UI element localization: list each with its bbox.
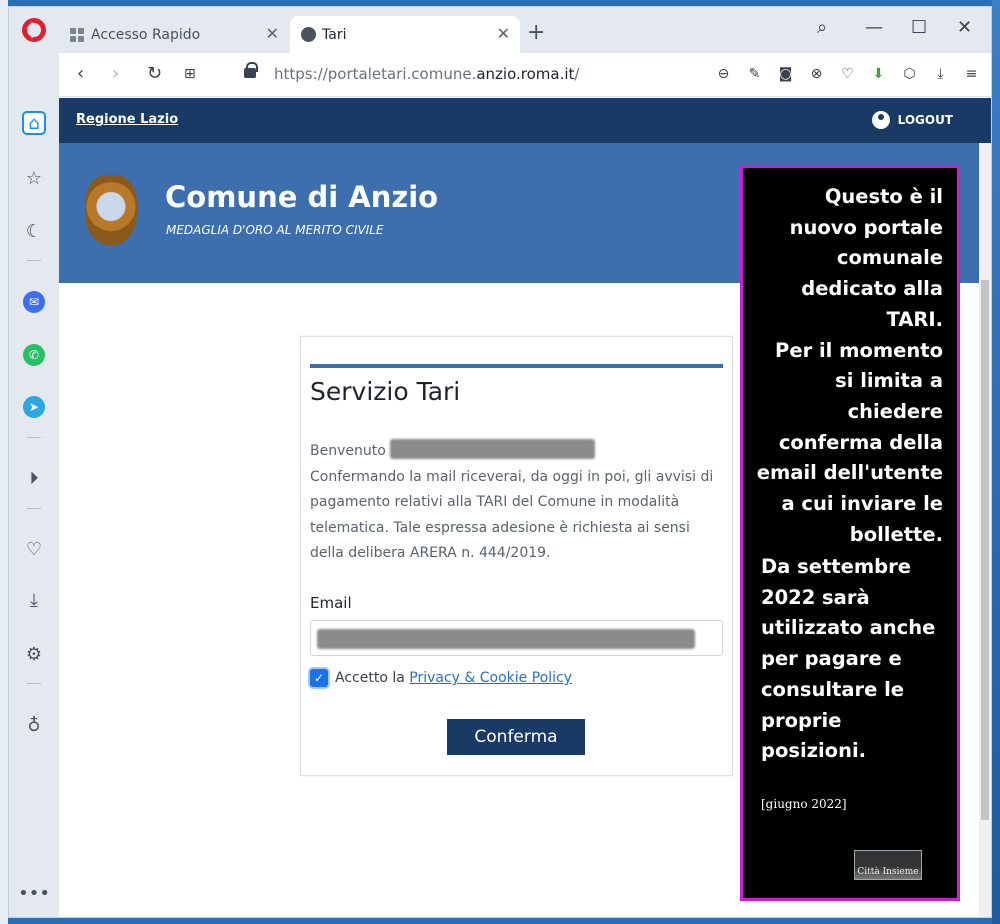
settings-icon[interactable]: ⚙ bbox=[22, 642, 46, 666]
close-tab-icon[interactable]: ✕ bbox=[497, 25, 510, 43]
lightbulb-icon[interactable]: ♁ bbox=[22, 713, 46, 737]
url-field[interactable]: https://portaletari.comune.anzio.roma.it… bbox=[274, 65, 579, 83]
scroll-thumb[interactable] bbox=[981, 280, 989, 820]
redacted-email bbox=[317, 629, 695, 649]
tab-accesso-rapido[interactable]: Accesso Rapido ✕ bbox=[59, 16, 289, 53]
privacy-consent-label: Accetto la Privacy & Cookie Policy bbox=[335, 670, 573, 686]
sidebar-divider bbox=[27, 508, 41, 509]
close-tab-icon[interactable]: ✕ bbox=[266, 25, 279, 43]
new-tab-button[interactable]: + bbox=[527, 22, 545, 44]
annotation-overlay: Questo è il nuovo portale comunale dedic… bbox=[740, 165, 960, 901]
email-label: Email bbox=[310, 594, 352, 612]
favorites-heart-icon[interactable]: ♡ bbox=[22, 537, 46, 561]
tab-tari[interactable]: Tari ✕ bbox=[290, 16, 520, 53]
downloads-icon[interactable]: ⤓ bbox=[931, 64, 950, 83]
camera-icon[interactable]: ◙ bbox=[776, 64, 795, 83]
annotation-date: [giugno 2022] bbox=[761, 797, 847, 811]
maximize-button[interactable]: ☐ bbox=[911, 17, 927, 38]
card-title: Servizio Tari bbox=[310, 377, 461, 406]
easy-setup-icon[interactable]: ≡ bbox=[962, 64, 981, 83]
zoom-icon[interactable]: ⊖ bbox=[714, 64, 733, 83]
star-icon[interactable]: ☆ bbox=[22, 166, 46, 190]
globe-icon bbox=[300, 27, 316, 43]
downloads-sidebar-icon[interactable]: ⤓ bbox=[22, 588, 46, 612]
whatsapp-icon[interactable]: ✆ bbox=[23, 344, 45, 366]
home-icon[interactable]: ⌂ bbox=[22, 111, 46, 135]
sidebar: ⌂ ☆ ☾ ✉ ✆ ➤ ⏵ ♡ ⤓ ⚙ ♁ ••• bbox=[9, 53, 59, 917]
forward-icon[interactable]: › bbox=[112, 63, 119, 84]
site-title[interactable]: Comune di Anzio bbox=[165, 180, 438, 214]
card-description: Benvenuto Confermando la mail riceverai,… bbox=[310, 439, 720, 567]
toolbar-icons: ⊖ ✎ ◙ ⊗ ♡ ⬇ ⬡ ⤓ ≡ bbox=[714, 64, 981, 83]
minimize-button[interactable]: — bbox=[865, 17, 883, 38]
site-topbar: Regione Lazio LOGOUT bbox=[59, 98, 991, 143]
privacy-checkbox[interactable]: ✓ bbox=[310, 669, 328, 687]
annotation-main-text: Questo è il nuovo portale comunale dedic… bbox=[756, 185, 943, 546]
card-accent-bar bbox=[310, 364, 723, 368]
user-icon bbox=[871, 111, 890, 129]
player-icon[interactable]: ⏵ bbox=[22, 466, 46, 490]
desktop-background-right bbox=[992, 0, 1000, 924]
sidebar-divider bbox=[27, 437, 41, 438]
logout-button[interactable]: LOGOUT bbox=[871, 111, 953, 129]
address-bar: ‹ › ↻ ⊞ https://portaletari.comune.anzio… bbox=[59, 53, 991, 97]
close-window-button[interactable]: ✕ bbox=[957, 17, 972, 38]
search-tabs-icon[interactable]: ⌕ bbox=[817, 17, 827, 38]
region-lazio-link[interactable]: Regione Lazio bbox=[76, 112, 178, 127]
download-extension-icon[interactable]: ⬇ bbox=[869, 64, 888, 83]
more-icon[interactable]: ••• bbox=[18, 881, 50, 905]
sidebar-divider bbox=[27, 260, 41, 261]
reload-icon[interactable]: ↻ bbox=[147, 63, 162, 84]
opera-logo-icon[interactable] bbox=[22, 18, 46, 42]
annotation-bottom-text: Da settembre 2022 sarà utilizzato anche … bbox=[761, 555, 936, 763]
coat-of-arms-logo[interactable] bbox=[85, 175, 137, 245]
site-subtitle: MEDAGLIA D'ORO AL MERITO CIVILE bbox=[166, 223, 384, 237]
tari-service-card: Servizio Tari Benvenuto Confermando la m… bbox=[300, 336, 733, 776]
desktop-background-left bbox=[0, 0, 8, 924]
speed-dial-icon bbox=[69, 27, 85, 43]
moon-icon[interactable]: ☾ bbox=[22, 219, 46, 243]
telegram-icon[interactable]: ➤ bbox=[23, 396, 45, 418]
welcome-label: Benvenuto bbox=[310, 443, 386, 459]
cube-icon[interactable]: ⬡ bbox=[900, 64, 919, 83]
tabs-overview-icon[interactable]: ⊞ bbox=[184, 66, 196, 82]
lock-icon[interactable] bbox=[244, 62, 258, 78]
tab-label: Tari bbox=[322, 26, 347, 43]
sidebar-divider bbox=[27, 683, 41, 684]
email-field[interactable] bbox=[310, 620, 723, 656]
heart-icon[interactable]: ♡ bbox=[838, 64, 857, 83]
adblock-icon[interactable]: ⊗ bbox=[807, 64, 826, 83]
page-scrollbar[interactable] bbox=[979, 143, 991, 917]
logout-label: LOGOUT bbox=[897, 113, 953, 127]
back-icon[interactable]: ‹ bbox=[77, 63, 84, 84]
citta-insieme-logo: Città Insieme bbox=[854, 850, 922, 880]
privacy-policy-link[interactable]: Privacy & Cookie Policy bbox=[409, 670, 572, 686]
confirm-button[interactable]: Conferma bbox=[447, 719, 585, 755]
messenger-icon[interactable]: ✉ bbox=[23, 291, 45, 313]
share-icon[interactable]: ✎ bbox=[745, 64, 764, 83]
tab-label: Accesso Rapido bbox=[91, 26, 201, 43]
tab-bar: Accesso Rapido ✕ Tari ✕ + ⌕ — ☐ ✕ bbox=[9, 7, 991, 53]
description-text: Confermando la mail riceverai, da oggi i… bbox=[310, 468, 714, 562]
redacted-username bbox=[390, 439, 596, 459]
